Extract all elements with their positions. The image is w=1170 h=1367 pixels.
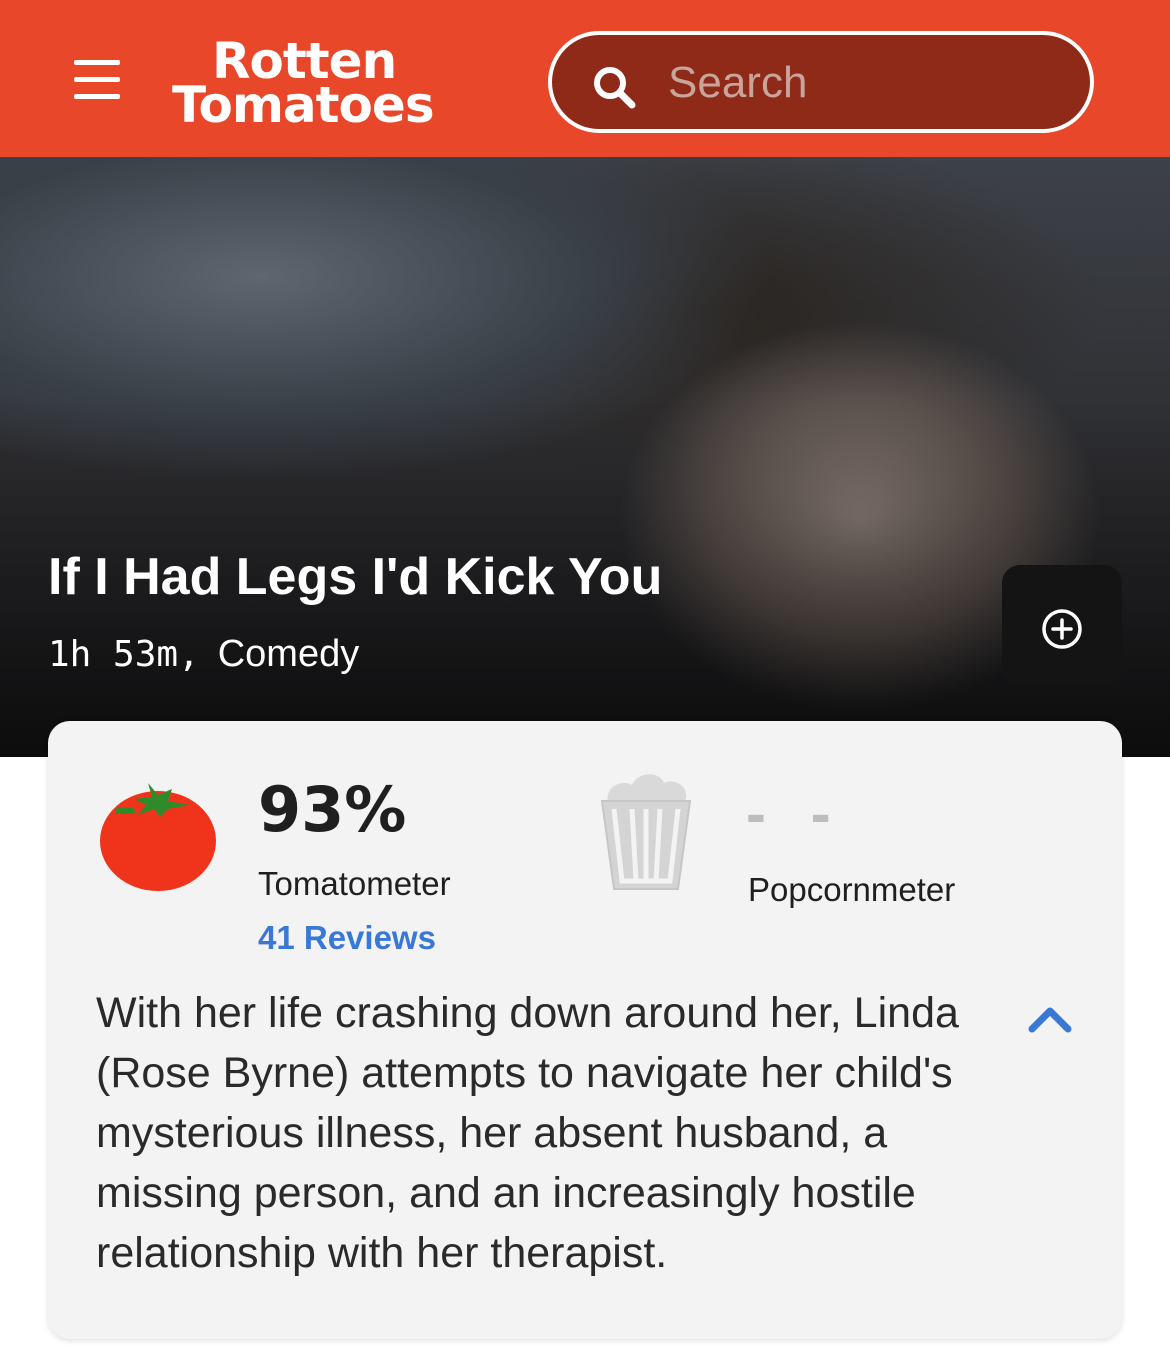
search-icon[interactable] [592,65,636,109]
tomatometer-label: Tomatometer [258,865,451,902]
popcornmeter-score: - - [746,780,845,847]
tomatometer-score: 93% [258,773,407,846]
popcorn-bucket-icon [600,774,692,890]
logo-word-tomatoes: Tomatoes [172,76,435,134]
movie-genre: Comedy [217,633,360,675]
top-nav-bar: Rotten Tomatoes [0,0,1170,157]
plus-circle-icon [1042,609,1082,649]
hamburger-menu-icon[interactable] [74,60,120,100]
search-input[interactable] [668,51,1068,115]
score-card: 93% Tomatometer 41 Reviews - - Popcornme… [48,721,1122,1339]
search-bar[interactable] [548,31,1094,133]
rotten-tomatoes-logo[interactable]: Rotten Tomatoes [170,30,500,134]
movie-page: Rotten Tomatoes If I Had Legs I'd Kick Y… [0,0,1170,1367]
hero-backdrop-image: If I Had Legs I'd Kick You 1h 53m, Comedy [0,157,1170,757]
reviews-count-link[interactable]: 41 Reviews [258,919,436,957]
chevron-up-icon[interactable] [1026,1001,1074,1035]
movie-synopsis: With her life crashing down around her, … [96,989,959,1277]
movie-title: If I Had Legs I'd Kick You [48,548,663,606]
add-to-watchlist-button[interactable] [1002,565,1122,685]
popcornmeter-label: Popcornmeter [748,871,956,908]
movie-meta: 1h 53m, Comedy [48,633,359,676]
tomato-icon [100,783,216,891]
movie-runtime: 1h 53m, [48,634,200,675]
